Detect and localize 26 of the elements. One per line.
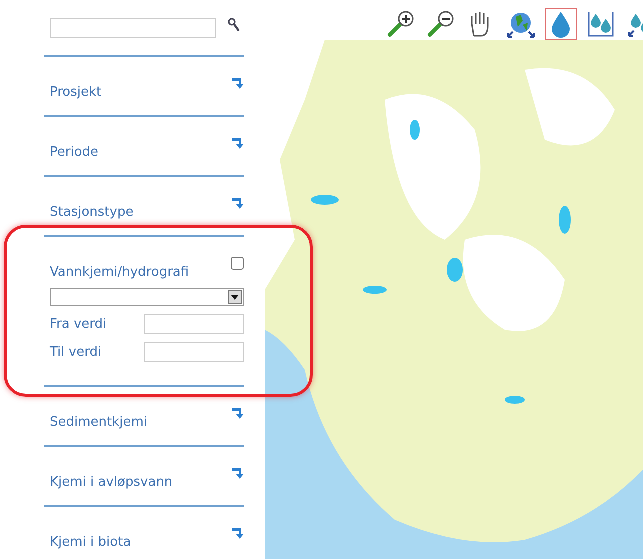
value-field[interactable] [144, 314, 244, 334]
expand-arrow-icon[interactable] [232, 137, 244, 149]
expand-arrow-icon[interactable] [232, 197, 244, 209]
water-drop-icon [550, 10, 572, 38]
field-label: Fra verdi [50, 316, 107, 332]
search-field[interactable] [50, 18, 216, 38]
section-title[interactable]: Kjemi i avløpsvann [50, 475, 173, 490]
section-title[interactable]: Kjemi i biota [50, 535, 132, 550]
expand-arrow-icon[interactable] [232, 77, 244, 89]
expand-arrow-icon[interactable] [232, 467, 244, 479]
expand-arrow-icon[interactable] [232, 527, 244, 539]
parameter-dropdown[interactable] [50, 288, 244, 306]
value-field[interactable] [144, 342, 244, 362]
expand-arrow-icon[interactable] [232, 407, 244, 419]
search-icon[interactable] [228, 18, 240, 32]
section-title[interactable]: Sedimentkjemi [50, 415, 148, 430]
section-title[interactable]: Prosjekt [50, 85, 102, 100]
section-checkbox[interactable] [231, 257, 244, 270]
zoom-out-icon [427, 10, 455, 38]
zoom-in-icon [387, 10, 415, 38]
water-drops-icon [587, 10, 615, 38]
section-title[interactable]: Stasjonstype [50, 205, 134, 220]
caret-icon [231, 294, 239, 300]
section-title[interactable]: Vannkjemi/hydrografi [50, 265, 190, 280]
section-title[interactable]: Periode [50, 145, 99, 160]
field-label: Til verdi [50, 344, 102, 360]
